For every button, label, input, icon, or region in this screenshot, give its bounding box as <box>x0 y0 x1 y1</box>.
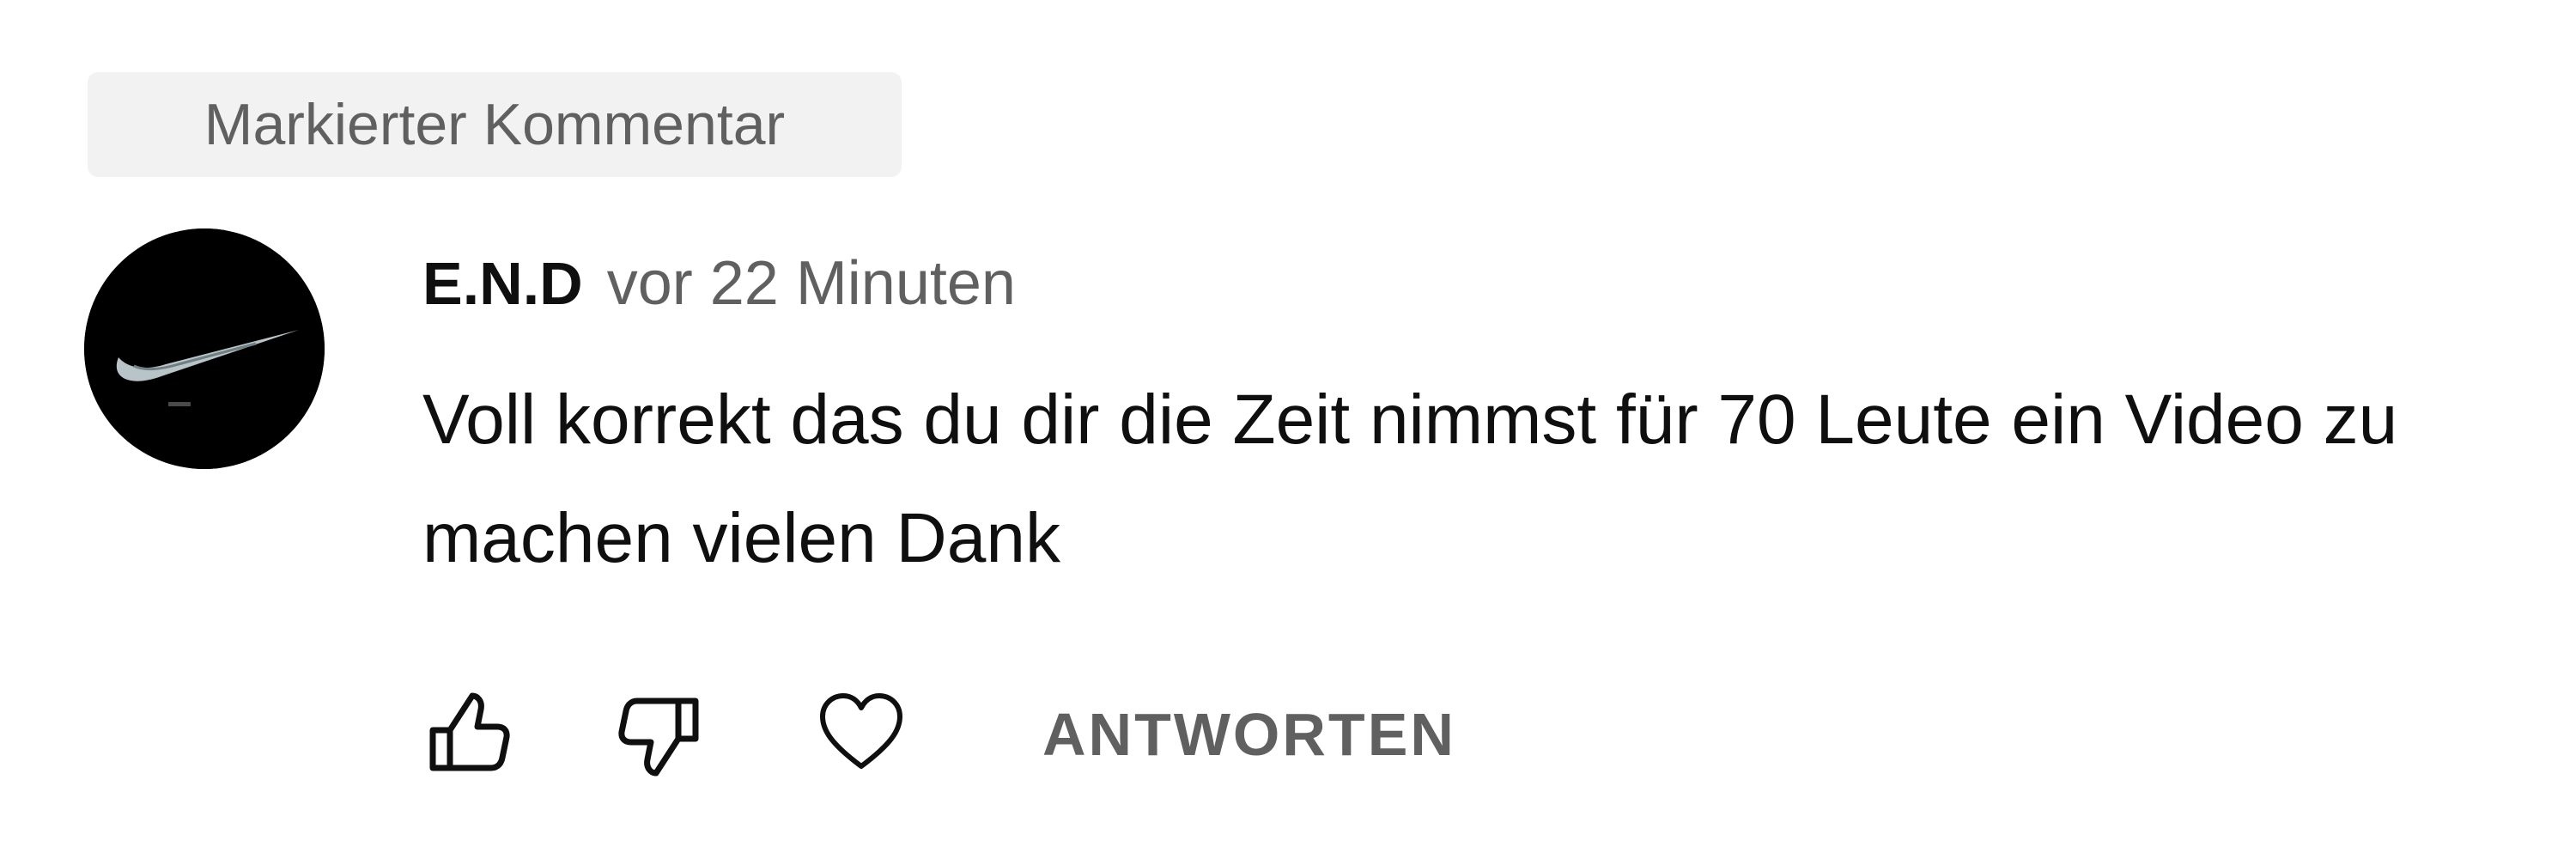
swoosh-logo-icon <box>84 228 325 469</box>
comment-actions: ANTWORTEN <box>422 687 1625 782</box>
thumbs-down-icon <box>618 698 699 777</box>
heart-button[interactable] <box>814 687 908 782</box>
dislike-button[interactable] <box>611 687 706 782</box>
avatar[interactable] <box>84 228 325 469</box>
comment-header: E.N.D vor 22 Minuten <box>422 242 1016 325</box>
comment-text: Voll korrekt das du dir die Zeit nimmst … <box>422 381 2398 577</box>
like-button[interactable] <box>422 687 517 782</box>
author-name[interactable]: E.N.D <box>422 250 583 317</box>
thumbs-up-icon <box>429 692 510 771</box>
heart-icon <box>820 693 902 769</box>
pinned-comment-badge: Markierter Kommentar <box>88 72 902 177</box>
reply-button[interactable]: ANTWORTEN <box>1042 687 1456 782</box>
comment-timestamp[interactable]: vor 22 Minuten <box>607 249 1016 318</box>
